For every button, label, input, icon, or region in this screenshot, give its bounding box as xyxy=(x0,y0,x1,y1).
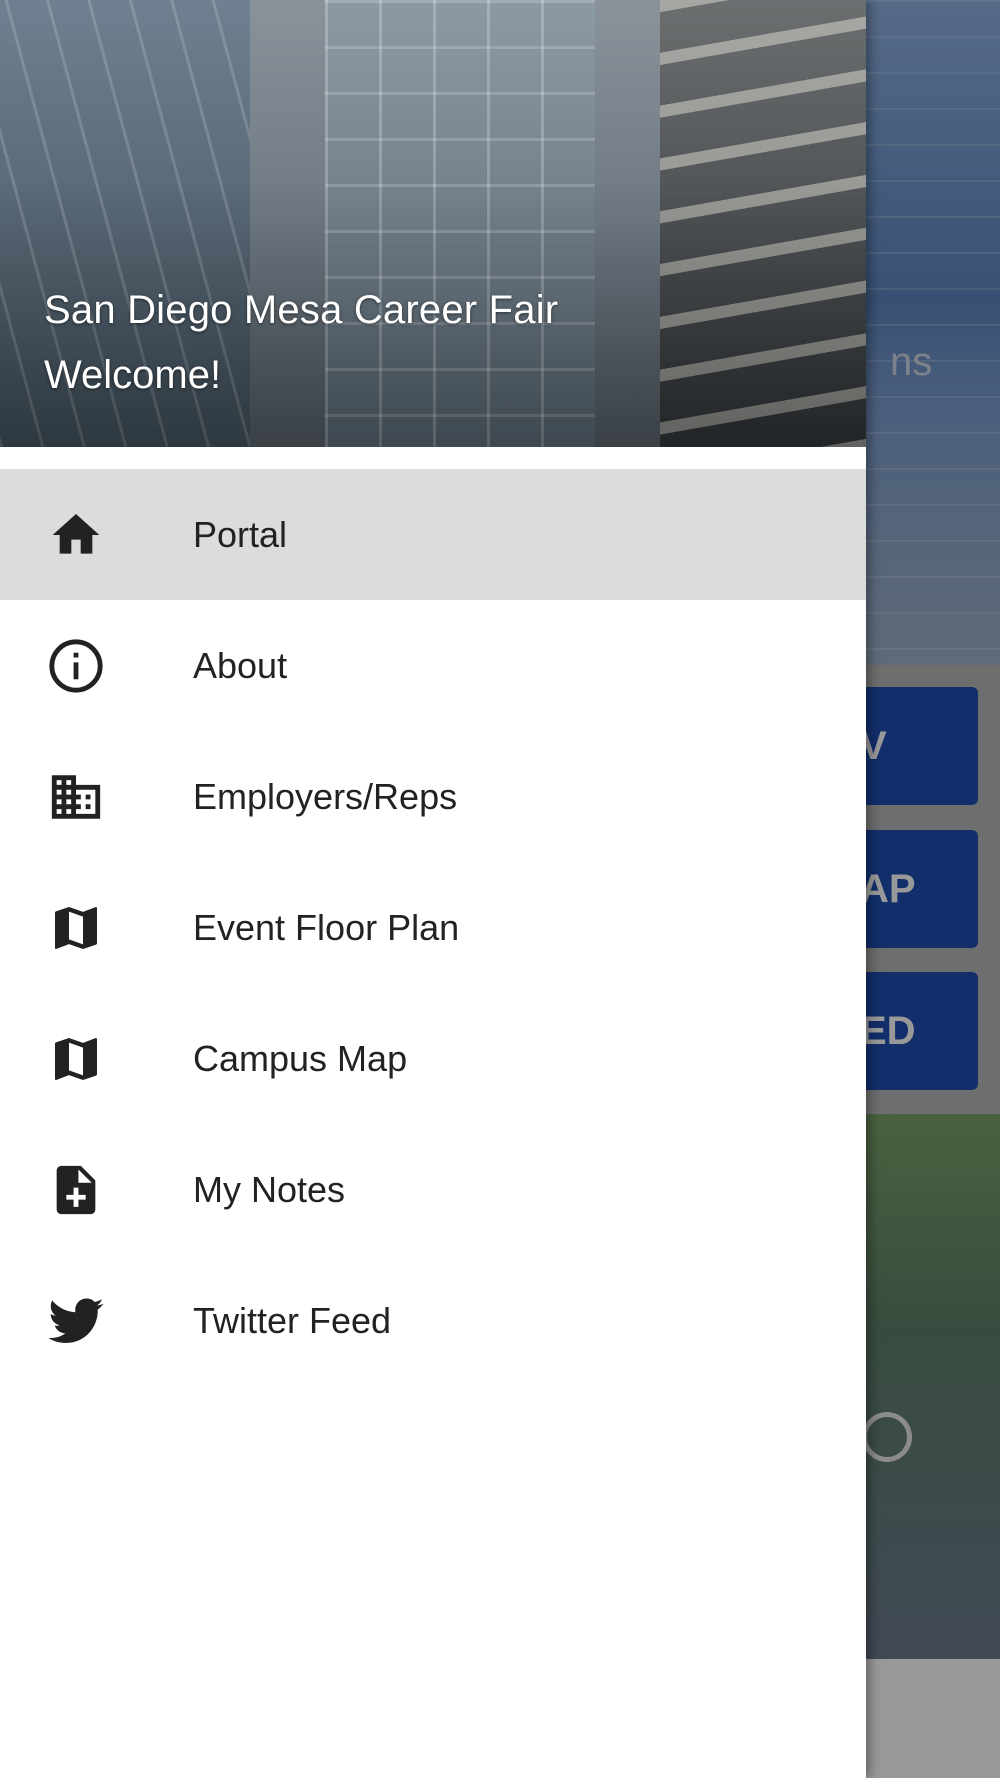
menu-item-twitter-feed[interactable]: Twitter Feed xyxy=(0,1255,866,1386)
navigation-drawer: San Diego Mesa Career Fair Welcome! Port… xyxy=(0,0,866,1778)
map-icon xyxy=(46,898,106,958)
twitter-icon xyxy=(46,1291,106,1351)
menu-item-portal[interactable]: Portal xyxy=(0,469,866,600)
drawer-menu: Portal About Employers/Reps Event Floor … xyxy=(0,469,866,1386)
menu-item-label: Campus Map xyxy=(193,1037,408,1079)
menu-item-about[interactable]: About xyxy=(0,600,866,731)
home-icon xyxy=(46,505,106,565)
menu-item-label: Twitter Feed xyxy=(193,1299,392,1341)
building-icon xyxy=(46,767,106,827)
menu-item-campus-map[interactable]: Campus Map xyxy=(0,993,866,1124)
menu-item-label: About xyxy=(193,644,288,686)
drawer-header: San Diego Mesa Career Fair Welcome! xyxy=(0,0,866,447)
menu-item-employers-reps[interactable]: Employers/Reps xyxy=(0,731,866,862)
menu-item-label: Portal xyxy=(193,513,288,555)
info-icon xyxy=(46,636,106,696)
map-icon xyxy=(46,1029,106,1089)
menu-item-event-floor-plan[interactable]: Event Floor Plan xyxy=(0,862,866,993)
drawer-subtitle: Welcome! xyxy=(44,353,222,397)
drawer-title: San Diego Mesa Career Fair xyxy=(44,288,559,332)
menu-item-label: Event Floor Plan xyxy=(193,906,460,948)
menu-item-my-notes[interactable]: My Notes xyxy=(0,1124,866,1255)
menu-item-label: Employers/Reps xyxy=(193,775,458,817)
menu-item-label: My Notes xyxy=(193,1168,346,1210)
note-add-icon xyxy=(46,1160,106,1220)
